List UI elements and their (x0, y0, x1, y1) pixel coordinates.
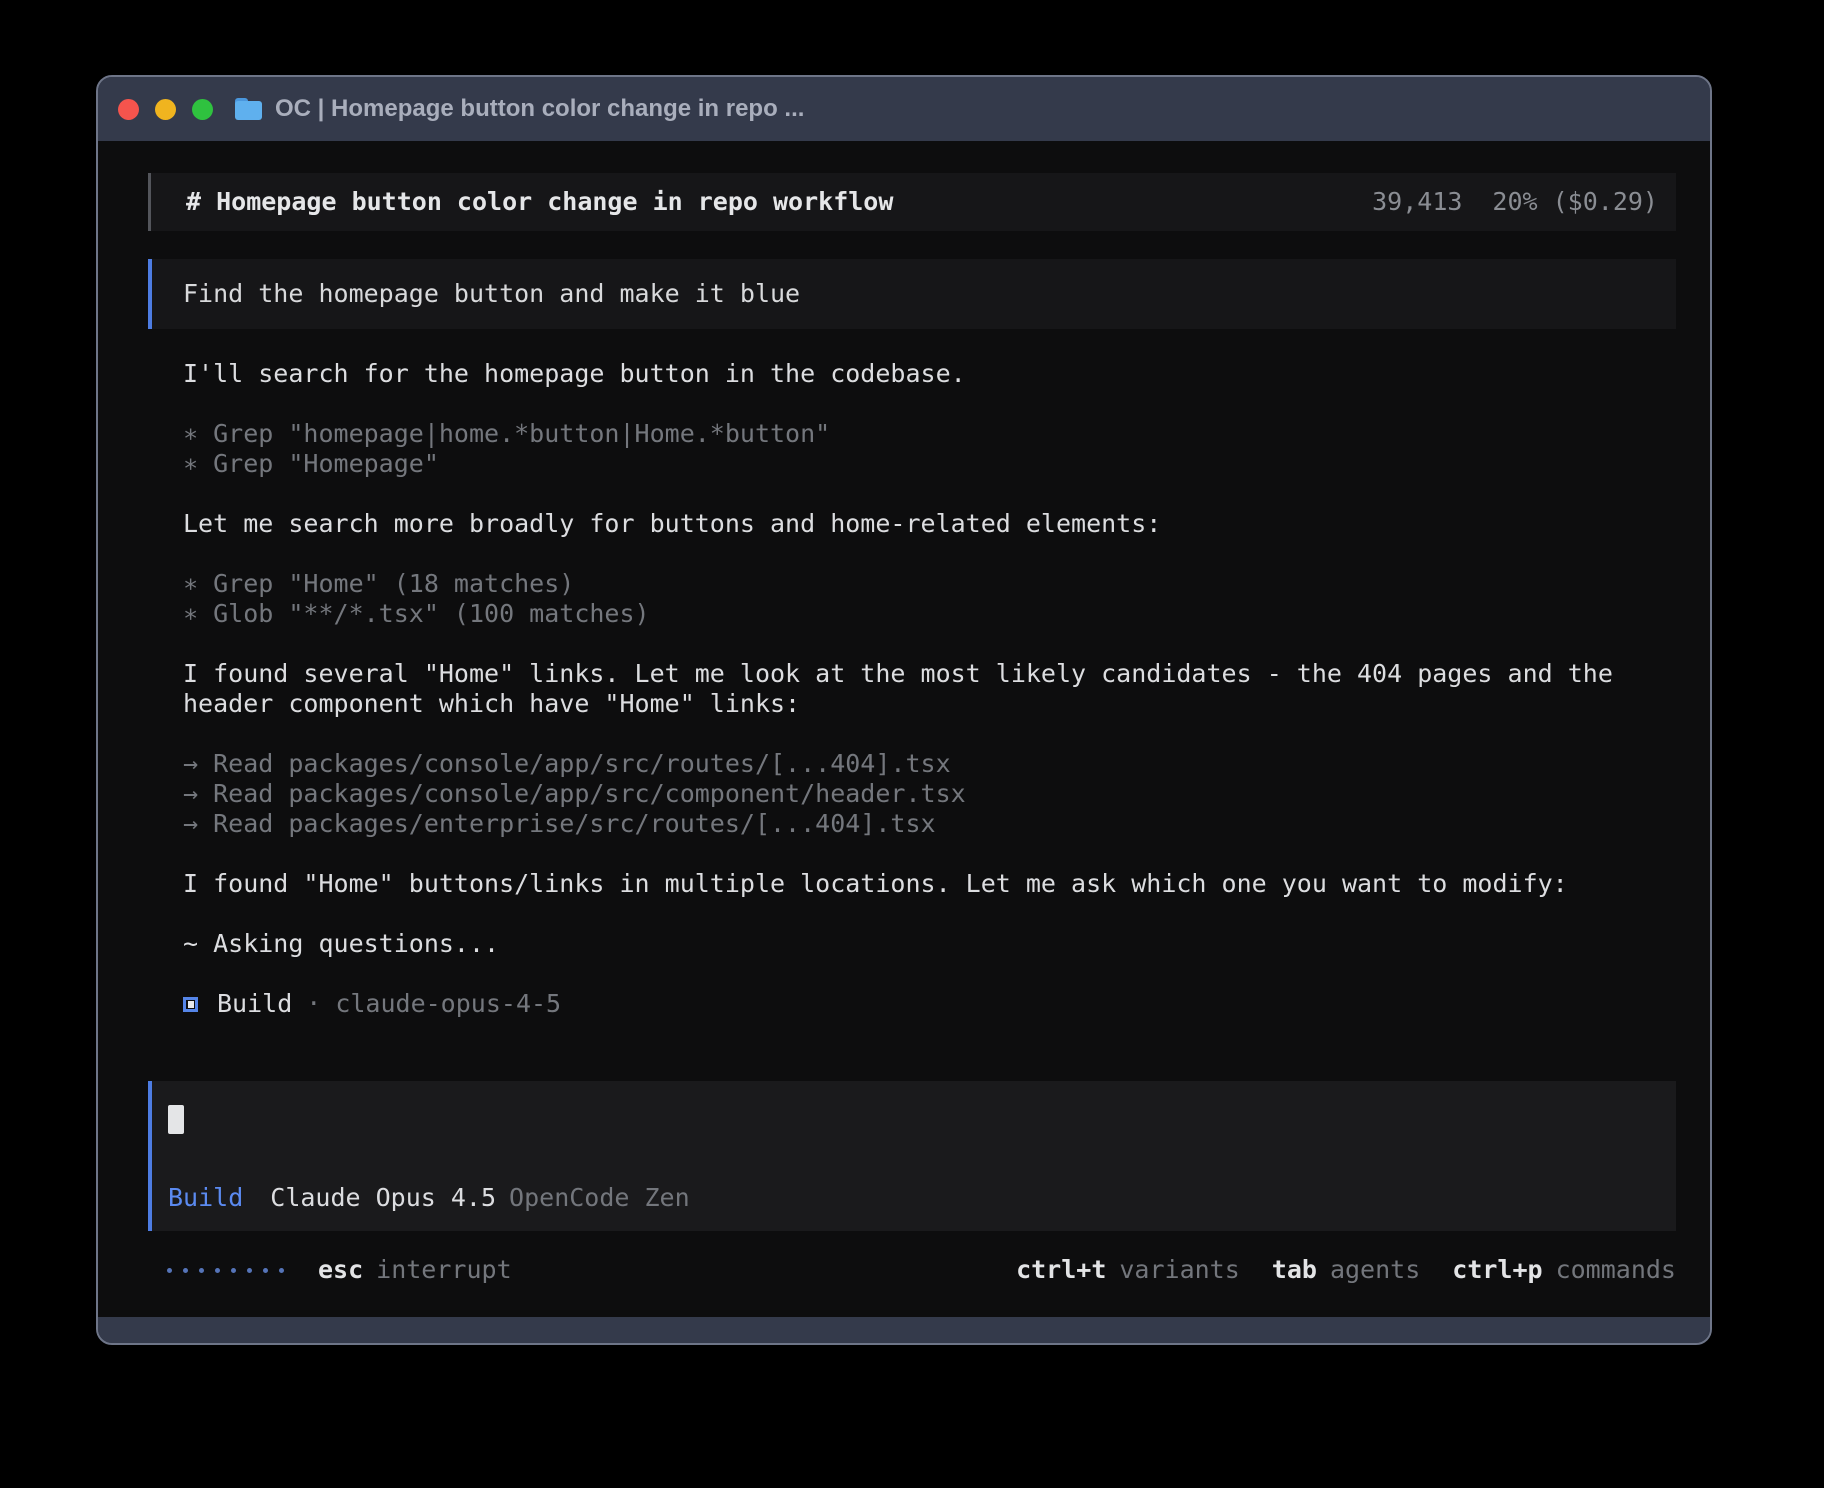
hint-commands[interactable]: ctrl+p commands (1452, 1255, 1676, 1285)
assistant-line: I found "Home" buttons/links in multiple… (183, 869, 1676, 899)
key-tab: tab (1272, 1255, 1317, 1285)
assistant-text-block: I'll search for the homepage button in t… (183, 359, 1676, 389)
folder-icon (235, 98, 262, 120)
assistant-line: Let me search more broadly for buttons a… (183, 509, 1676, 539)
assistant-line: I'll search for the homepage button in t… (183, 359, 1676, 389)
agent-separator: · (306, 989, 321, 1019)
window-bottom-bar (98, 1317, 1710, 1343)
assistant-text-block: Let me search more broadly for buttons a… (183, 509, 1676, 539)
title-bar[interactable]: OC | Homepage button color change in rep… (98, 77, 1710, 141)
session-usage: 39,413 20% ($0.29) (1372, 187, 1658, 217)
provider-label: OpenCode Zen (509, 1183, 690, 1213)
context-cost: 20% ($0.29) (1492, 187, 1658, 217)
tool-call-block: ∗ Grep "Home" (18 matches) ∗ Glob "**/*.… (183, 569, 1676, 629)
terminal-window: OC | Homepage button color change in rep… (96, 75, 1712, 1345)
assistant-line: I found several "Home" links. Let me loo… (183, 659, 1676, 689)
key-esc: esc (318, 1255, 363, 1285)
tool-call-block: ∗ Grep "homepage|home.*button|Home.*butt… (183, 419, 1676, 479)
token-count: 39,413 (1372, 187, 1462, 217)
status-bar: esc interrupt ctrl+t variants tab agents… (148, 1255, 1676, 1285)
zoom-button[interactable] (192, 99, 213, 120)
tool-call-line[interactable]: → Read packages/enterprise/src/routes/[.… (183, 809, 1676, 839)
agent-build-icon (183, 997, 198, 1012)
agent-model: claude-opus-4-5 (335, 989, 561, 1019)
label-variants: variants (1119, 1255, 1239, 1285)
tool-call-line[interactable]: ∗ Grep "Homepage" (183, 449, 1676, 479)
window-title: OC | Homepage button color change in rep… (275, 95, 804, 123)
hint-variants[interactable]: ctrl+t variants (1016, 1255, 1240, 1285)
close-button[interactable] (118, 99, 139, 120)
assistant-status-block: ~ Asking questions... (183, 929, 1676, 959)
input-meta: Build Claude Opus 4.5 OpenCode Zen (168, 1183, 1658, 1213)
status-line: ~ Asking questions... (183, 929, 1676, 959)
terminal-content: # Homepage button color change in repo w… (98, 141, 1710, 1317)
assistant-line: header component which have "Home" links… (183, 689, 1676, 719)
prompt-input[interactable]: Build Claude Opus 4.5 OpenCode Zen (148, 1081, 1676, 1231)
key-ctrl-p: ctrl+p (1452, 1255, 1542, 1285)
agent-badge-row: Build · claude-opus-4-5 (183, 989, 1676, 1019)
label-agents: agents (1330, 1255, 1420, 1285)
assistant-text-block: I found "Home" buttons/links in multiple… (183, 869, 1676, 899)
user-message: Find the homepage button and make it blu… (148, 259, 1676, 329)
tool-call-line[interactable]: ∗ Grep "Home" (18 matches) (183, 569, 1676, 599)
tool-call-line[interactable]: ∗ Grep "homepage|home.*button|Home.*butt… (183, 419, 1676, 449)
tool-call-line[interactable]: ∗ Glob "**/*.tsx" (100 matches) (183, 599, 1676, 629)
session-header: # Homepage button color change in repo w… (148, 173, 1676, 231)
agent-name: Build (217, 989, 292, 1019)
tool-call-line[interactable]: → Read packages/console/app/src/componen… (183, 779, 1676, 809)
model-label[interactable]: Claude Opus 4.5 (270, 1183, 496, 1213)
minimize-button[interactable] (155, 99, 176, 120)
user-message-text: Find the homepage button and make it blu… (183, 279, 800, 309)
tool-call-line[interactable]: → Read packages/console/app/src/routes/[… (183, 749, 1676, 779)
text-cursor (168, 1105, 184, 1134)
chat-transcript: I'll search for the homepage button in t… (148, 359, 1676, 1019)
tool-call-block: → Read packages/console/app/src/routes/[… (183, 749, 1676, 839)
session-title: # Homepage button color change in repo w… (186, 187, 893, 217)
label-commands: commands (1556, 1255, 1676, 1285)
hint-interrupt[interactable]: esc interrupt (318, 1255, 512, 1285)
assistant-text-block: I found several "Home" links. Let me loo… (183, 659, 1676, 719)
window-controls (118, 99, 213, 120)
spinner-dots (167, 1268, 284, 1273)
label-interrupt: interrupt (376, 1255, 511, 1285)
key-ctrl-t: ctrl+t (1016, 1255, 1106, 1285)
mode-label[interactable]: Build (168, 1183, 243, 1213)
hint-agents[interactable]: tab agents (1272, 1255, 1420, 1285)
